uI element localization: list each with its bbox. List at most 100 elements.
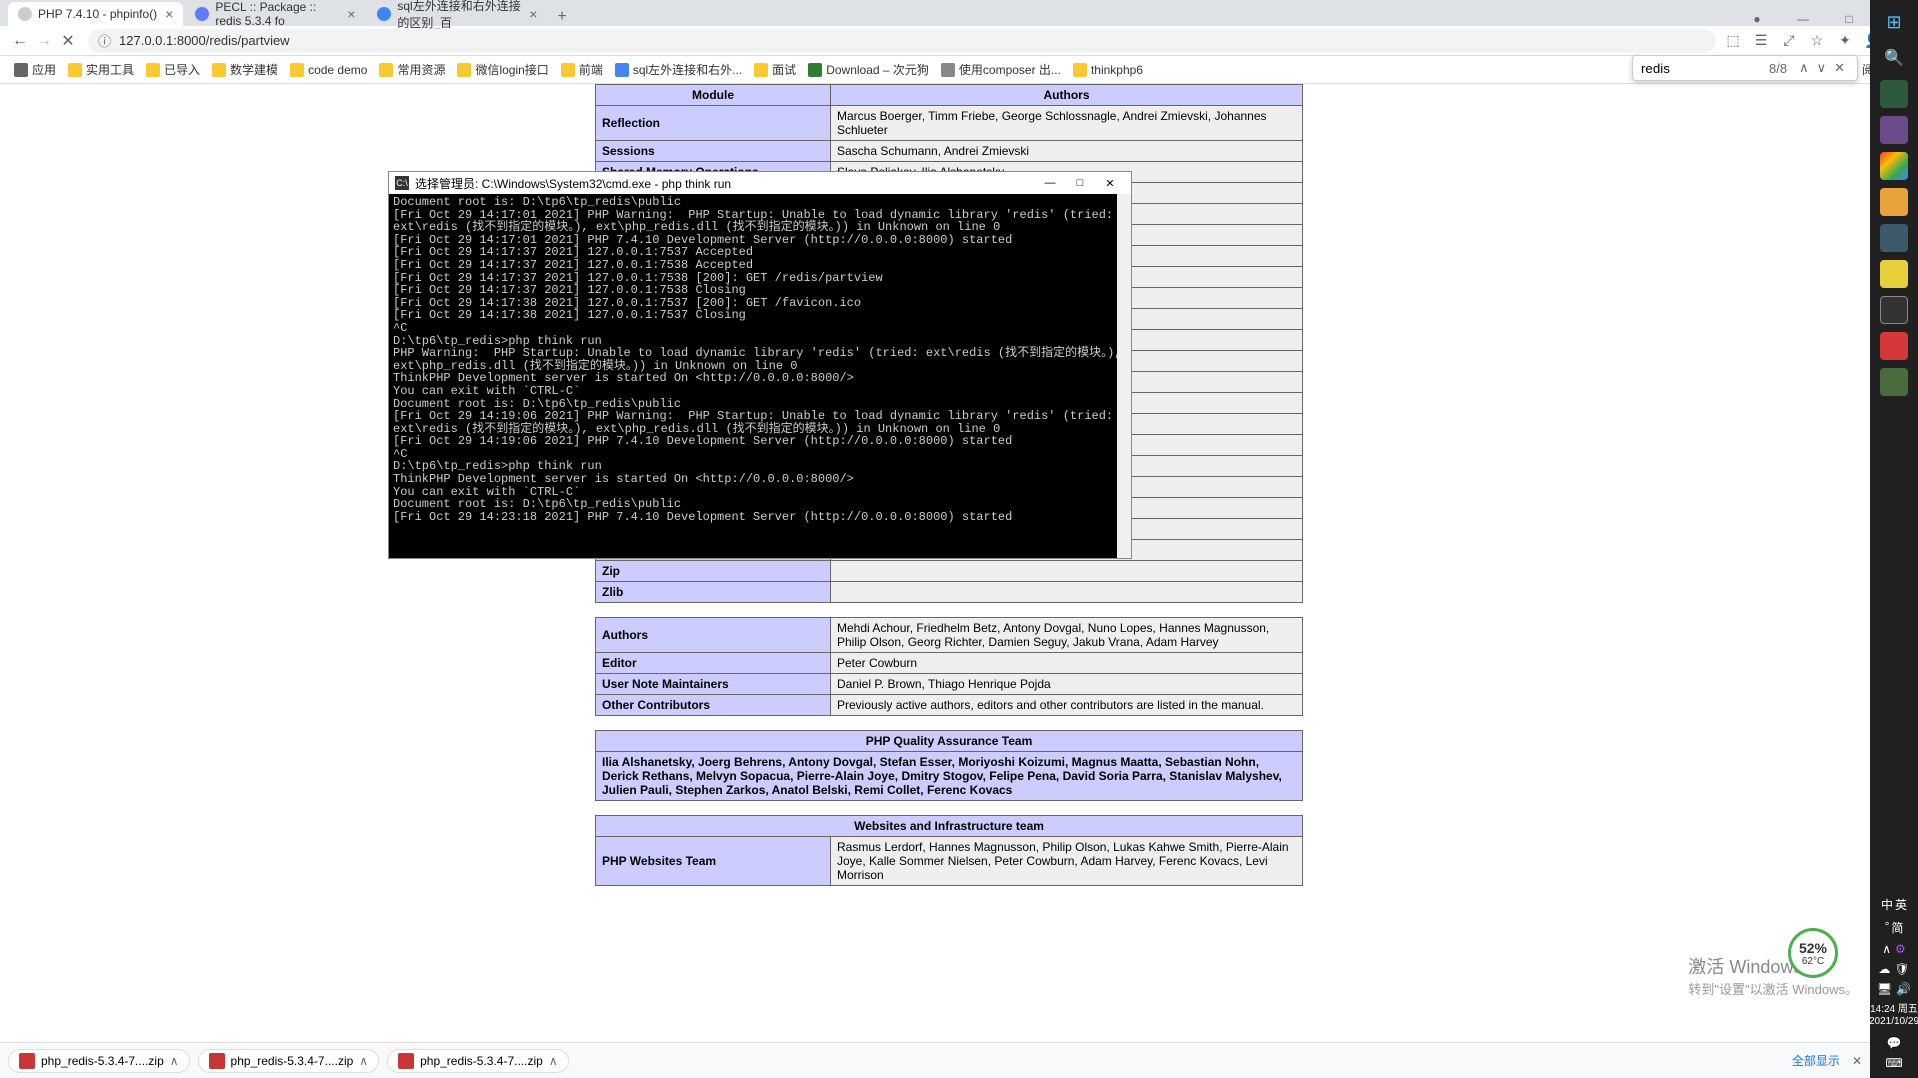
module-name: Zip [596,561,831,582]
ime-lang[interactable]: 英 [1895,896,1907,913]
col-authors: Authors [831,85,1303,106]
url-input[interactable]: ⓘ 127.0.0.1:8000/redis/partview [88,29,1716,53]
tray-up-icon[interactable]: ∧ [1882,942,1891,956]
close-icon[interactable]: × [529,6,537,22]
bookmark-item[interactable]: Download – 次元狗 [802,61,935,78]
module-authors: Sascha Schumann, Andrei Zmievski [831,141,1303,162]
taskbar-app-4[interactable] [1880,188,1908,216]
search-button[interactable]: 🔍 [1880,44,1908,72]
cmd-window[interactable]: C:\ 选择管理员: C:\Windows\System32\cmd.exe -… [388,171,1132,559]
maximize-button[interactable]: □ [1834,12,1864,26]
find-input[interactable] [1641,61,1761,76]
bookmark-item[interactable]: 实用工具 [62,61,140,78]
tab-phpinfo[interactable]: PHP 7.4.10 - phpinfo() × [8,2,183,26]
bookmark-item[interactable]: 前端 [555,61,609,78]
bookmark-apps[interactable]: 应用 [8,61,62,78]
cmd-icon: C:\ [395,176,409,190]
notification-icon[interactable]: 💬 [1887,1036,1902,1050]
cmd-titlebar[interactable]: C:\ 选择管理员: C:\Windows\System32\cmd.exe -… [389,172,1131,194]
download-filename: php_redis-5.3.4-7....zip [41,1054,164,1068]
chevron-up-icon[interactable]: ∧ [359,1054,368,1068]
taskbar-app-2[interactable] [1880,116,1908,144]
extensions-icon[interactable]: ✦ [1836,32,1854,50]
bookmark-item[interactable]: 微信login接口 [451,61,554,78]
module-authors [831,561,1303,582]
taskbar-app-terminal[interactable] [1880,296,1908,324]
taskbar-clock[interactable]: 14:24 周五 2021/10/29 [1869,1002,1918,1030]
find-close-button[interactable]: ✕ [1830,60,1849,76]
zip-icon [398,1053,414,1069]
find-next-button[interactable]: ∨ [1813,60,1831,76]
share-icon[interactable]: ⤢ [1780,32,1798,50]
tab-sql[interactable]: sql左外连接和右外连接的区别_百 × [367,2,547,26]
module-name: Reflection [596,106,831,141]
cmd-maximize-button[interactable]: □ [1065,177,1095,190]
minimize-button[interactable]: — [1788,12,1818,26]
bookmark-item[interactable]: 面试 [748,61,802,78]
keyboard-icon[interactable]: ⌨ [1885,1056,1902,1070]
show-all-downloads-button[interactable]: 全部显示 [1792,1052,1840,1069]
credits-table: AuthorsMehdi Achour, Friedhelm Betz, Ant… [595,617,1303,716]
download-filename: php_redis-5.3.4-7....zip [420,1054,543,1068]
bookmark-item[interactable]: 已导入 [140,61,206,78]
cmd-close-button[interactable]: ✕ [1095,177,1125,190]
settings-icon[interactable]: ⚙ [1895,942,1906,956]
cloud-icon[interactable]: ☁ [1878,962,1890,976]
taskbar-app-6[interactable] [1880,260,1908,288]
url-text: 127.0.0.1:8000/redis/partview [119,33,290,48]
volume-icon[interactable]: 🔊 [1896,982,1911,996]
stop-button[interactable]: ✕ [56,29,80,53]
cmd-minimize-button[interactable]: — [1035,177,1065,190]
taskbar-app-9[interactable] [1880,368,1908,396]
tab-title: PHP 7.4.10 - phpinfo() [38,7,157,21]
record-dot-icon[interactable]: ● [1742,12,1772,26]
bookmark-item[interactable]: 使用composer 出... [935,61,1067,78]
bookmark-star-icon[interactable]: ☆ [1808,32,1826,50]
taskbar-app-5[interactable] [1880,224,1908,252]
bookmarks-bar: 应用 实用工具 已导入 数学建模 code demo 常用资源 微信login接… [0,56,1918,84]
translate-icon[interactable]: ☰ [1752,32,1770,50]
cmd-output[interactable]: Document root is: D:\tp6\tp_redis\public… [389,194,1131,558]
download-icon [808,63,822,77]
credit-value: Previously active authors, editors and o… [831,695,1303,716]
bookmark-item[interactable]: thinkphp6 [1067,63,1149,77]
site-info-icon[interactable]: ⓘ [98,31,111,50]
tab-pecl[interactable]: PECL :: Package :: redis 5.3.4 fo × [185,2,365,26]
taskbar-app-8[interactable] [1880,332,1908,360]
back-button[interactable]: ← [8,29,32,53]
security-icon[interactable]: 🛡 [1894,962,1909,976]
taskbar-app-1[interactable] [1880,80,1908,108]
qr-icon[interactable]: ⬚ [1724,32,1742,50]
tab-favicon-icon [18,7,32,21]
forward-button[interactable]: → [32,29,56,53]
bookmark-item[interactable]: code demo [284,63,373,77]
chevron-up-icon[interactable]: ∧ [549,1054,558,1068]
chevron-up-icon[interactable]: ∧ [170,1054,179,1068]
bookmark-item[interactable]: sql左外连接和右外... [609,61,748,78]
network-icon[interactable]: 🖥 [1877,982,1892,996]
taskbar-app-chrome[interactable] [1880,152,1908,180]
cmd-scrollbar[interactable] [1117,194,1131,558]
ime-icon[interactable]: 中 [1881,896,1893,913]
module-name: Zlib [596,582,831,603]
system-monitor-widget[interactable]: 52% 62°C [1788,928,1838,978]
cpu-percent: 52% [1799,940,1827,956]
download-item[interactable]: php_redis-5.3.4-7....zip ∧ [387,1049,569,1073]
find-prev-button[interactable]: ∧ [1795,60,1813,76]
new-tab-button[interactable]: + [549,8,574,26]
download-item[interactable]: php_redis-5.3.4-7....zip ∧ [8,1049,190,1073]
credit-value: Mehdi Achour, Friedhelm Betz, Antony Dov… [831,618,1303,653]
start-button[interactable]: ⊞ [1880,8,1908,36]
ime-full[interactable]: ° [1885,919,1890,936]
close-icon[interactable]: × [347,6,355,22]
close-download-bar-button[interactable]: ✕ [1852,1054,1862,1068]
bookmark-item[interactable]: 数学建模 [206,61,284,78]
find-in-page-bar: 8/8 ∧ ∨ ✕ [1632,55,1858,81]
download-item[interactable]: php_redis-5.3.4-7....zip ∧ [198,1049,380,1073]
apps-icon [14,63,28,77]
close-icon[interactable]: × [165,6,173,22]
bookmark-item[interactable]: 常用资源 [373,61,451,78]
col-module: Module [596,85,831,106]
windows-taskbar: ⊞ 🔍 中英 °简 ∧⚙ ☁🛡 🖥🔊 14:24 周五 2021/10/29 💬… [1870,0,1918,1078]
folder-icon [457,63,471,77]
